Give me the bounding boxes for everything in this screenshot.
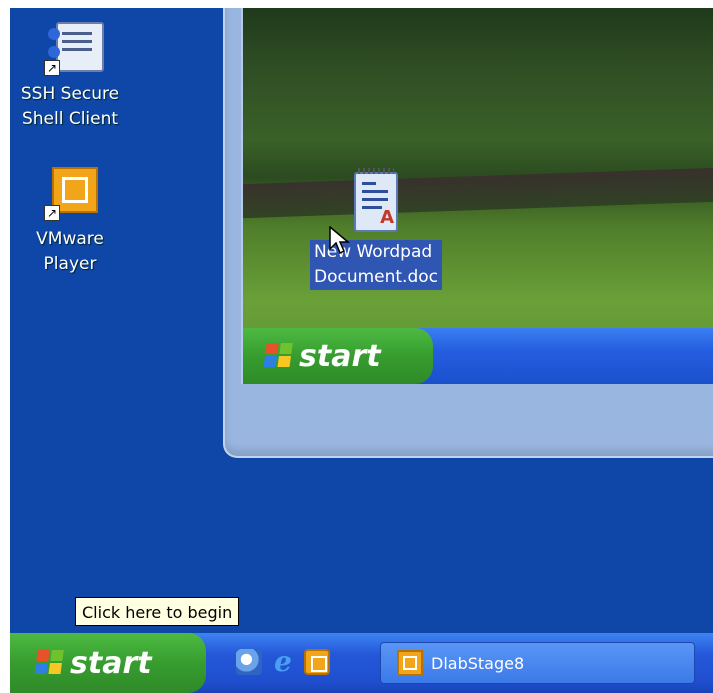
vmware-player-icon[interactable] <box>304 649 330 675</box>
vmware-player-icon: ↗ <box>40 163 100 223</box>
windows-flag-icon <box>34 650 66 676</box>
taskbar: start e DlabStage8 <box>10 633 713 693</box>
vm-desktop-icon-wordpad-doc[interactable]: A New Wordpad Document.doc <box>291 168 461 290</box>
desktop-icon-vmware[interactable]: ↗ VMware Player <box>15 163 125 277</box>
desktop-icon-ssh[interactable]: ↗ SSH Secure Shell Client <box>15 18 125 132</box>
vm-screen[interactable]: A New Wordpad Document.doc start <box>241 8 713 384</box>
desktop: ↗ SSH Secure Shell Client ↗ VMware Playe… <box>10 8 713 693</box>
desktop-icon-label: VMware Player <box>36 229 104 274</box>
start-button[interactable]: start <box>10 633 206 693</box>
vmware-player-icon <box>397 650 423 676</box>
mouse-cursor-icon <box>329 226 351 255</box>
vm-start-label: start <box>299 338 381 374</box>
doc-label-line2: Document.doc <box>313 267 438 287</box>
start-tooltip: Click here to begin <box>75 597 240 626</box>
desktop-icon-label: Shell Client <box>21 109 119 129</box>
wordpad-document-icon: A <box>354 168 398 232</box>
internet-explorer-icon[interactable]: e <box>270 648 296 676</box>
windows-flag-icon <box>263 343 295 369</box>
ssh-client-icon: ↗ <box>40 18 104 78</box>
outlook-express-icon[interactable] <box>236 649 262 675</box>
screenshot-margin-left <box>0 0 10 693</box>
screenshot-margin-top <box>0 0 713 8</box>
taskbar-button-label: DlabStage8 <box>431 653 525 673</box>
desktop-icon-label: SSH Secure <box>20 84 120 104</box>
shortcut-arrow-icon: ↗ <box>44 60 60 76</box>
start-label: start <box>70 645 152 681</box>
vm-taskbar: start <box>243 328 713 384</box>
shortcut-arrow-icon: ↗ <box>44 205 60 221</box>
taskbar-button-dlabstage8[interactable]: DlabStage8 <box>380 642 695 684</box>
vm-start-button[interactable]: start <box>243 328 433 384</box>
